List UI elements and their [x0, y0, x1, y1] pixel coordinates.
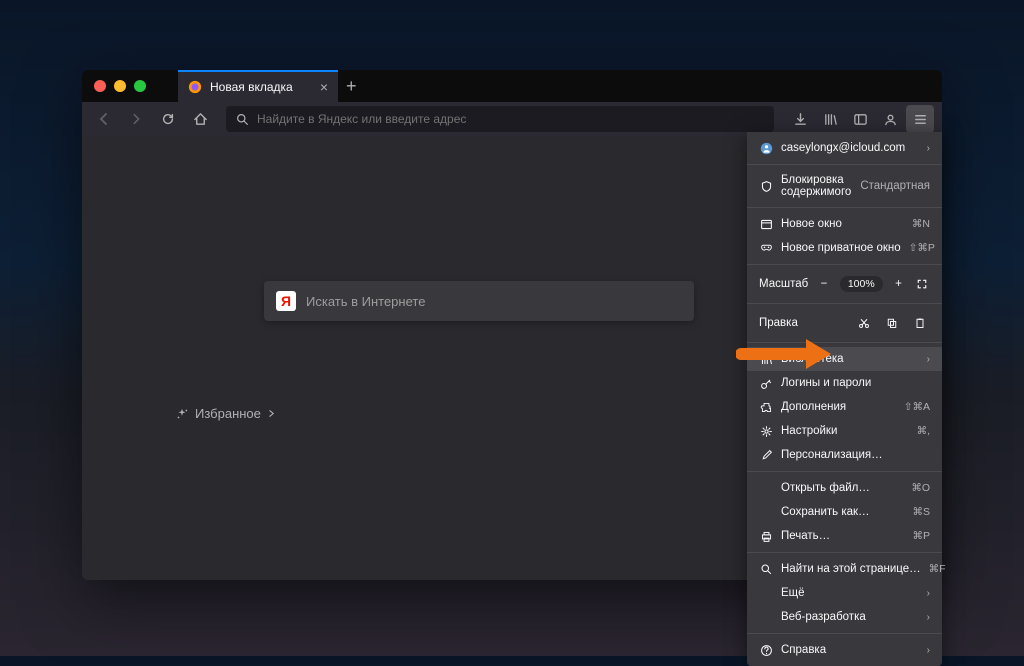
tab-title: Новая вкладка [210, 80, 312, 94]
fullscreen-button[interactable] [914, 274, 930, 294]
close-window-button[interactable] [94, 80, 106, 92]
help-icon [759, 643, 773, 657]
menu-new-private[interactable]: Новое приватное окно ⇧⌘P [747, 236, 942, 260]
firefox-icon [188, 80, 202, 94]
titlebar: Новая вкладка × + [82, 70, 942, 102]
chevron-right-icon: › [927, 588, 930, 599]
printer-icon [759, 529, 773, 543]
chevron-right-icon: › [927, 645, 930, 656]
menu-zoom: Масштаб − 100% + [747, 269, 942, 299]
browser-window: Новая вкладка × + Найдите в Яндекс или в… [82, 70, 942, 580]
menu-divider [747, 471, 942, 472]
menu-divider [747, 633, 942, 634]
menu-divider [747, 303, 942, 304]
search-placeholder: Искать в Интернете [306, 294, 425, 309]
account-icon[interactable] [876, 105, 904, 133]
menu-divider [747, 207, 942, 208]
content-search-box[interactable]: Я Искать в Интернете [264, 281, 694, 321]
url-placeholder: Найдите в Яндекс или введите адрес [257, 112, 466, 126]
chevron-right-icon: › [927, 612, 930, 623]
menu-divider [747, 264, 942, 265]
menu-print[interactable]: Печать… ⌘P [747, 524, 942, 548]
chevron-right-icon: › [927, 354, 930, 365]
yandex-logo-icon: Я [276, 291, 296, 311]
cut-button[interactable] [854, 313, 874, 333]
menu-open-file[interactable]: Открыть файл… ⌘O [747, 476, 942, 500]
copy-button[interactable] [882, 313, 902, 333]
paste-button[interactable] [910, 313, 930, 333]
toolbar-right [786, 105, 934, 133]
mask-icon [759, 241, 773, 255]
maximize-window-button[interactable] [134, 80, 146, 92]
close-tab-button[interactable]: × [320, 79, 328, 95]
menu-content-blocking[interactable]: Блокировка содержимого Стандартная [747, 169, 942, 203]
chevron-right-icon: › [927, 143, 930, 154]
menu-divider [747, 164, 942, 165]
minimize-window-button[interactable] [114, 80, 126, 92]
menu-divider [747, 342, 942, 343]
menu-new-window[interactable]: Новое окно ⌘N [747, 212, 942, 236]
reload-button[interactable] [154, 105, 182, 133]
menu-help[interactable]: Справка › [747, 638, 942, 662]
menu-webdev[interactable]: Веб-разработка › [747, 605, 942, 629]
zoom-value: 100% [840, 276, 883, 292]
window-icon [759, 217, 773, 231]
library-icon [759, 352, 773, 366]
menu-customize[interactable]: Персонализация… [747, 443, 942, 467]
gear-icon [759, 424, 773, 438]
new-tab-button[interactable]: + [346, 76, 357, 97]
window-controls [94, 80, 146, 92]
toolbar: Найдите в Яндекс или введите адрес [82, 102, 942, 136]
zoom-out-button[interactable]: − [816, 274, 832, 294]
forward-button[interactable] [122, 105, 150, 133]
avatar-icon [759, 141, 773, 155]
favorites-heading[interactable]: Избранное [175, 406, 276, 421]
menu-logins[interactable]: Логины и пароли [747, 371, 942, 395]
brush-icon [759, 448, 773, 462]
menu-divider [747, 552, 942, 553]
menu-account[interactable]: caseylongx@icloud.com › [747, 136, 942, 160]
favorites-label: Избранное [195, 406, 261, 421]
downloads-icon[interactable] [786, 105, 814, 133]
library-icon[interactable] [816, 105, 844, 133]
search-icon [236, 113, 249, 126]
menu-more[interactable]: Ещё › [747, 581, 942, 605]
back-button[interactable] [90, 105, 118, 133]
menu-addons[interactable]: Дополнения ⇧⌘A [747, 395, 942, 419]
key-icon [759, 376, 773, 390]
url-bar[interactable]: Найдите в Яндекс или введите адрес [226, 106, 774, 132]
search-icon [759, 562, 773, 576]
chevron-right-icon [267, 409, 276, 418]
home-button[interactable] [186, 105, 214, 133]
sparkle-icon [175, 407, 189, 421]
puzzle-icon [759, 400, 773, 414]
shield-icon [759, 179, 773, 193]
app-menu-button[interactable] [906, 105, 934, 133]
menu-preferences[interactable]: Настройки ⌘, [747, 419, 942, 443]
app-menu-dropdown: caseylongx@icloud.com › Блокировка содер… [747, 132, 942, 666]
menu-save-as[interactable]: Сохранить как… ⌘S [747, 500, 942, 524]
zoom-in-button[interactable]: + [891, 274, 907, 294]
menu-find[interactable]: Найти на этой странице… ⌘F [747, 557, 942, 581]
browser-tab[interactable]: Новая вкладка × [178, 70, 338, 102]
sidebar-icon[interactable] [846, 105, 874, 133]
menu-edit: Правка [747, 308, 942, 338]
menu-library[interactable]: Библиотека › [747, 347, 942, 371]
